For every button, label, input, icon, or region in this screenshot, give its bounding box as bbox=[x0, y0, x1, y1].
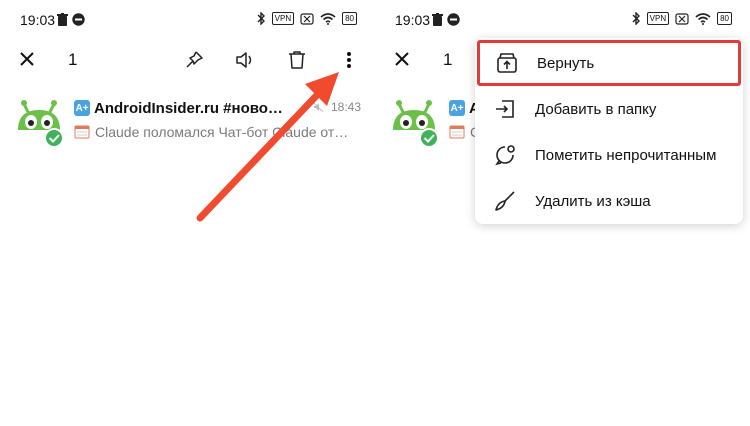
vpn-indicator: VPN bbox=[646, 12, 670, 25]
menu-item-mark-unread[interactable]: Пометить непрочитанным bbox=[475, 132, 743, 178]
message-status-icon bbox=[72, 13, 85, 26]
menu-item-label: Удалить из кэша bbox=[535, 192, 651, 210]
no-sim-icon bbox=[300, 12, 314, 25]
chat-preview-text: Claude поломался Чат-бот Claude от… bbox=[95, 124, 349, 140]
archive-icon bbox=[495, 51, 519, 75]
mark-unread-icon bbox=[493, 143, 517, 167]
avatar bbox=[393, 100, 439, 148]
vpn-indicator: VPN bbox=[271, 12, 295, 25]
menu-item-restore[interactable]: Вернуть bbox=[477, 40, 741, 86]
mute-button[interactable] bbox=[233, 47, 259, 73]
selection-toolbar: 1 bbox=[0, 44, 375, 76]
trash-status-icon bbox=[57, 13, 68, 26]
avatar bbox=[18, 100, 64, 148]
pin-icon bbox=[186, 51, 203, 68]
message-status-icon bbox=[447, 13, 460, 26]
status-bar: 19:03 VPN 80 bbox=[375, 8, 750, 32]
trash-icon bbox=[289, 51, 305, 69]
status-time: 19:03 bbox=[395, 12, 431, 28]
menu-item-label: Добавить в папку bbox=[535, 100, 657, 118]
status-bar: 19:03 VPN 80 bbox=[0, 8, 375, 32]
status-icons: VPN 80 bbox=[257, 12, 357, 25]
menu-item-label: Пометить непрочитанным bbox=[535, 146, 717, 164]
more-options-button[interactable] bbox=[336, 47, 362, 73]
menu-item-label: Вернуть bbox=[537, 54, 595, 72]
battery-indicator: 80 bbox=[342, 12, 357, 25]
menu-item-add-to-folder[interactable]: Добавить в папку bbox=[475, 86, 743, 132]
status-time: 19:03 bbox=[20, 12, 56, 28]
chat-preview: Claude поломался Чат-бот Claude от… bbox=[74, 122, 361, 142]
chat-time: 18:43 bbox=[330, 100, 361, 114]
menu-item-clear-cache[interactable]: Удалить из кэша bbox=[475, 178, 743, 224]
pin-button[interactable] bbox=[181, 47, 207, 73]
trash-status-icon bbox=[432, 13, 443, 26]
bluetooth-icon bbox=[632, 12, 640, 25]
selected-count: 1 bbox=[443, 50, 453, 69]
calendar-icon bbox=[74, 125, 90, 139]
status-icons: VPN 80 bbox=[632, 12, 732, 25]
calendar-icon bbox=[449, 125, 465, 139]
close-icon[interactable] bbox=[391, 48, 413, 70]
battery-indicator: 80 bbox=[717, 12, 732, 25]
muted-icon bbox=[313, 102, 323, 112]
folder-add-icon bbox=[493, 97, 517, 121]
channel-badge: A+ bbox=[449, 100, 465, 116]
broom-icon bbox=[493, 189, 517, 213]
left-screen: 19:03 VPN 80 1 A+ AndroidInsider.ru #нов… bbox=[0, 0, 375, 426]
selected-count: 1 bbox=[68, 50, 78, 69]
wifi-icon bbox=[695, 12, 711, 25]
bluetooth-icon bbox=[257, 12, 265, 25]
context-menu: Вернуть Добавить в папку Пометить непроч… bbox=[475, 38, 743, 224]
more-vert-icon bbox=[347, 52, 351, 68]
channel-badge: A+ bbox=[74, 100, 90, 116]
speaker-icon bbox=[236, 52, 252, 68]
close-icon[interactable] bbox=[16, 48, 38, 70]
right-screen: 19:03 VPN 80 1 A+ A C bbox=[375, 0, 750, 426]
wifi-icon bbox=[320, 12, 336, 25]
chat-title: AndroidInsider.ru #ново… bbox=[94, 99, 283, 117]
delete-button[interactable] bbox=[284, 47, 310, 73]
chat-list-item[interactable]: A+ AndroidInsider.ru #ново… 18:43 Claude… bbox=[0, 96, 375, 152]
no-sim-icon bbox=[675, 12, 689, 25]
